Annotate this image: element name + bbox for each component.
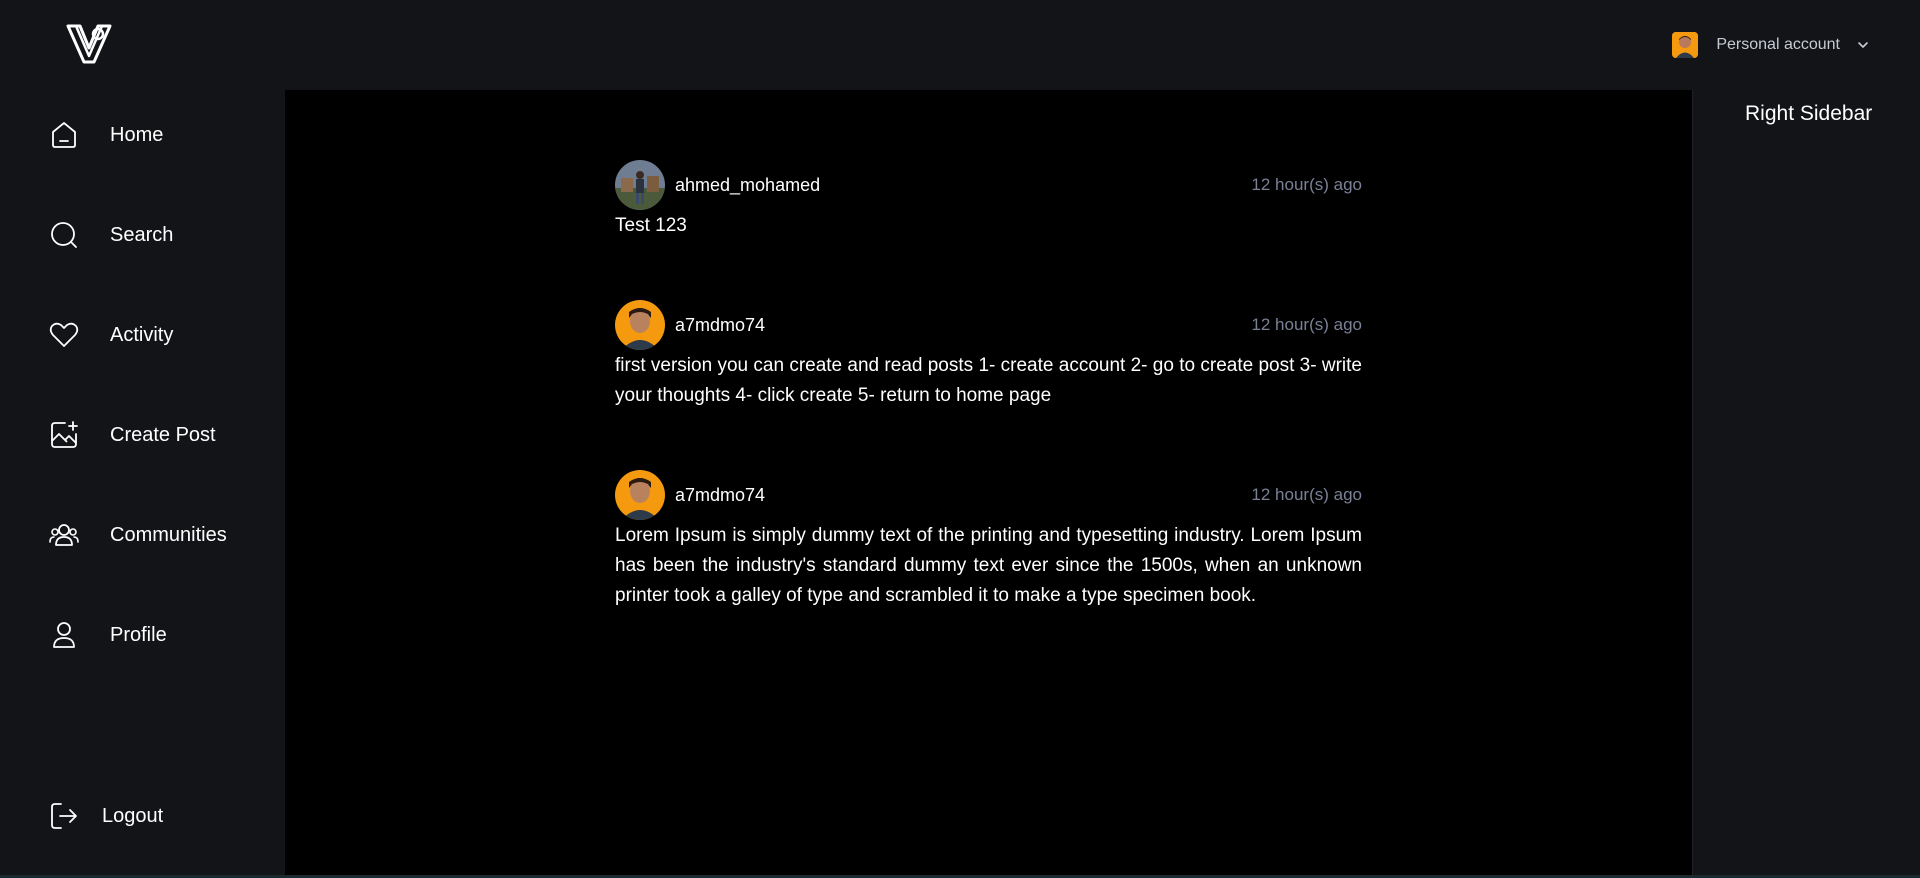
- account-switcher[interactable]: Personal account: [1672, 31, 1870, 59]
- avatar[interactable]: [615, 300, 665, 350]
- post-timestamp: 12 hour(s) ago: [1251, 175, 1362, 194]
- sidebar-item-create-post[interactable]: Create Post: [48, 415, 268, 455]
- sidebar-item-home[interactable]: Home: [48, 115, 268, 155]
- post-header: ahmed_mohamed 12 hour(s) ago: [615, 160, 1362, 210]
- post-body: Test 123: [615, 215, 687, 236]
- top-bar: Personal account: [0, 0, 1920, 90]
- chevron-down-icon: [1858, 42, 1868, 48]
- sidebar-item-search[interactable]: Search: [48, 215, 268, 255]
- sidebar-item-communities[interactable]: Communities: [48, 515, 268, 555]
- avatar[interactable]: [615, 470, 665, 520]
- account-avatar: [1672, 32, 1699, 58]
- user-icon: [53, 622, 75, 648]
- sidebar-item-label: Create Post: [110, 423, 216, 446]
- post-body: Lorem Ipsum is simply dummy text of the …: [615, 525, 1362, 606]
- search-icon: [51, 222, 77, 248]
- sidebar-item-label: Home: [110, 123, 164, 146]
- logout-icon: [51, 803, 77, 829]
- avatar[interactable]: [615, 160, 665, 210]
- post-header: a7mdmo74 12 hour(s) ago: [615, 300, 1362, 350]
- left-sidebar: Home Search Activity Create Post Communi…: [0, 90, 285, 878]
- right-sidebar-title: Right Sidebar: [1745, 102, 1873, 125]
- post-body: first version you can create and read po…: [615, 355, 1362, 406]
- main-feed: ahmed_mohamed 12 hour(s) ago Test 123 a7…: [285, 90, 1692, 878]
- post-card[interactable]: ahmed_mohamed 12 hour(s) ago Test 123: [615, 160, 1362, 241]
- post-card[interactable]: a7mdmo74 12 hour(s) ago first version yo…: [615, 300, 1362, 411]
- sidebar-item-label: Profile: [110, 623, 167, 646]
- post-username[interactable]: ahmed_mohamed: [675, 175, 1251, 196]
- heart-icon: [49, 322, 79, 347]
- post-timestamp: 12 hour(s) ago: [1251, 315, 1362, 334]
- sidebar-item-label: Search: [110, 223, 174, 246]
- home-icon: [52, 122, 76, 148]
- sidebar-item-activity[interactable]: Activity: [48, 315, 268, 355]
- post-username[interactable]: a7mdmo74: [675, 485, 1251, 506]
- right-sidebar: Right Sidebar: [1692, 90, 1920, 878]
- post-username[interactable]: a7mdmo74: [675, 315, 1251, 336]
- post-header: a7mdmo74 12 hour(s) ago: [615, 470, 1362, 520]
- users-icon: [49, 524, 79, 546]
- post-card[interactable]: a7mdmo74 12 hour(s) ago Lorem Ipsum is s…: [615, 470, 1362, 611]
- logout-label: Logout: [102, 804, 164, 827]
- sidebar-item-label: Activity: [110, 323, 174, 346]
- image-plus-icon: [51, 421, 78, 448]
- sidebar-item-profile[interactable]: Profile: [48, 615, 268, 655]
- account-label: Personal account: [1716, 36, 1840, 53]
- brand-logo-icon[interactable]: [66, 22, 112, 64]
- sidebar-item-label: Communities: [110, 523, 227, 546]
- post-timestamp: 12 hour(s) ago: [1251, 485, 1362, 504]
- logout-button[interactable]: Logout: [48, 796, 163, 836]
